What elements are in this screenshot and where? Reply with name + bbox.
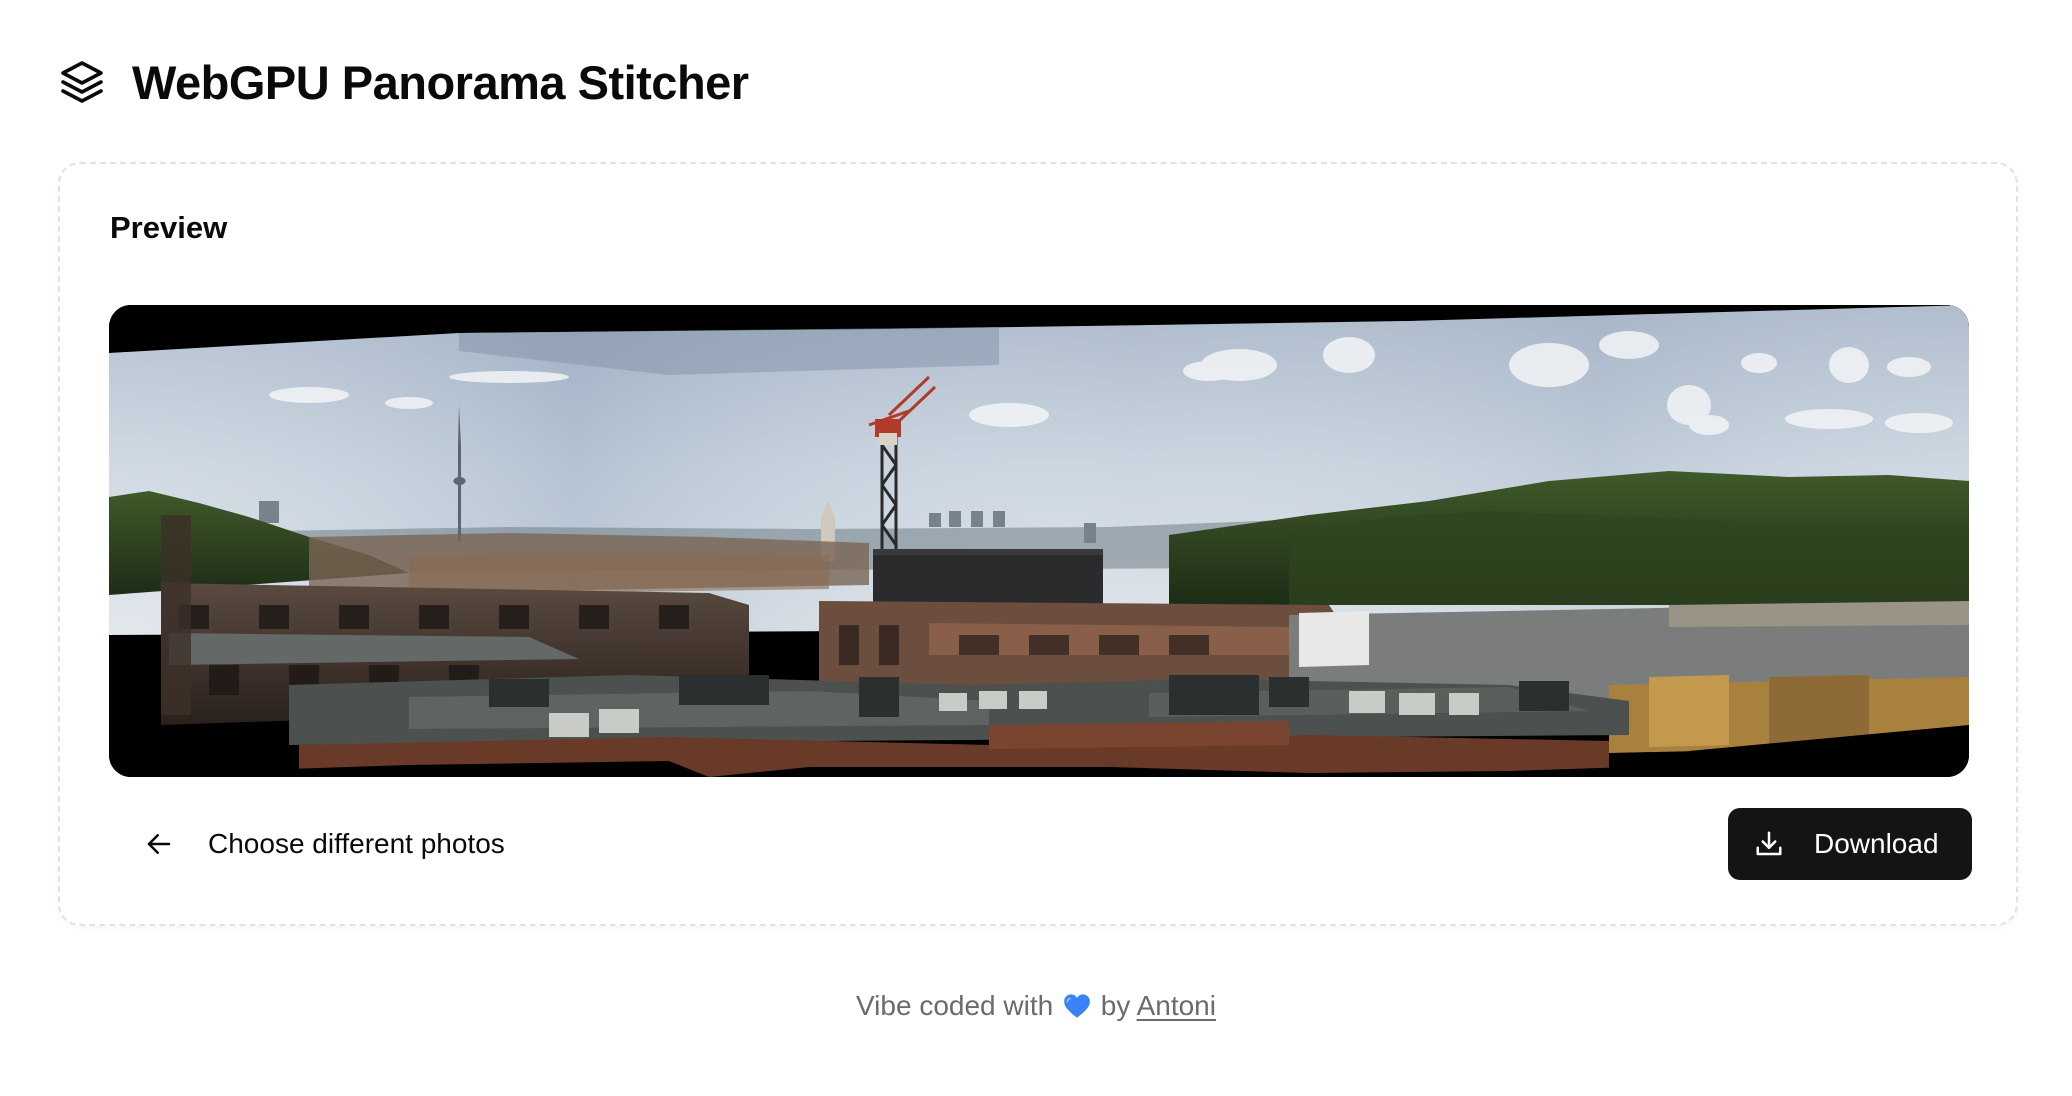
preview-title: Preview: [110, 210, 228, 245]
app-root: WebGPU Panorama Stitcher Preview Choose …: [0, 0, 2072, 1096]
choose-different-photos-button[interactable]: Choose different photos: [128, 808, 521, 880]
footer: Vibe coded with by Antoni: [0, 990, 2072, 1026]
layers-icon: [58, 58, 106, 106]
arrow-left-icon: [144, 829, 174, 859]
page-title: WebGPU Panorama Stitcher: [132, 55, 749, 109]
footer-by: by: [1100, 990, 1131, 1021]
choose-different-photos-label: Choose different photos: [208, 828, 505, 859]
page-header: WebGPU Panorama Stitcher: [58, 50, 749, 114]
download-button[interactable]: Download: [1728, 808, 1972, 880]
preview-card: Preview Choose different photos Download: [58, 162, 2018, 926]
blue-heart-icon: [1063, 993, 1091, 1026]
download-label: Download: [1814, 828, 1939, 859]
footer-prefix: Vibe coded with: [856, 990, 1054, 1021]
download-icon: [1754, 829, 1784, 859]
author-link[interactable]: Antoni: [1137, 990, 1216, 1021]
panorama-preview-image: [109, 305, 1969, 777]
